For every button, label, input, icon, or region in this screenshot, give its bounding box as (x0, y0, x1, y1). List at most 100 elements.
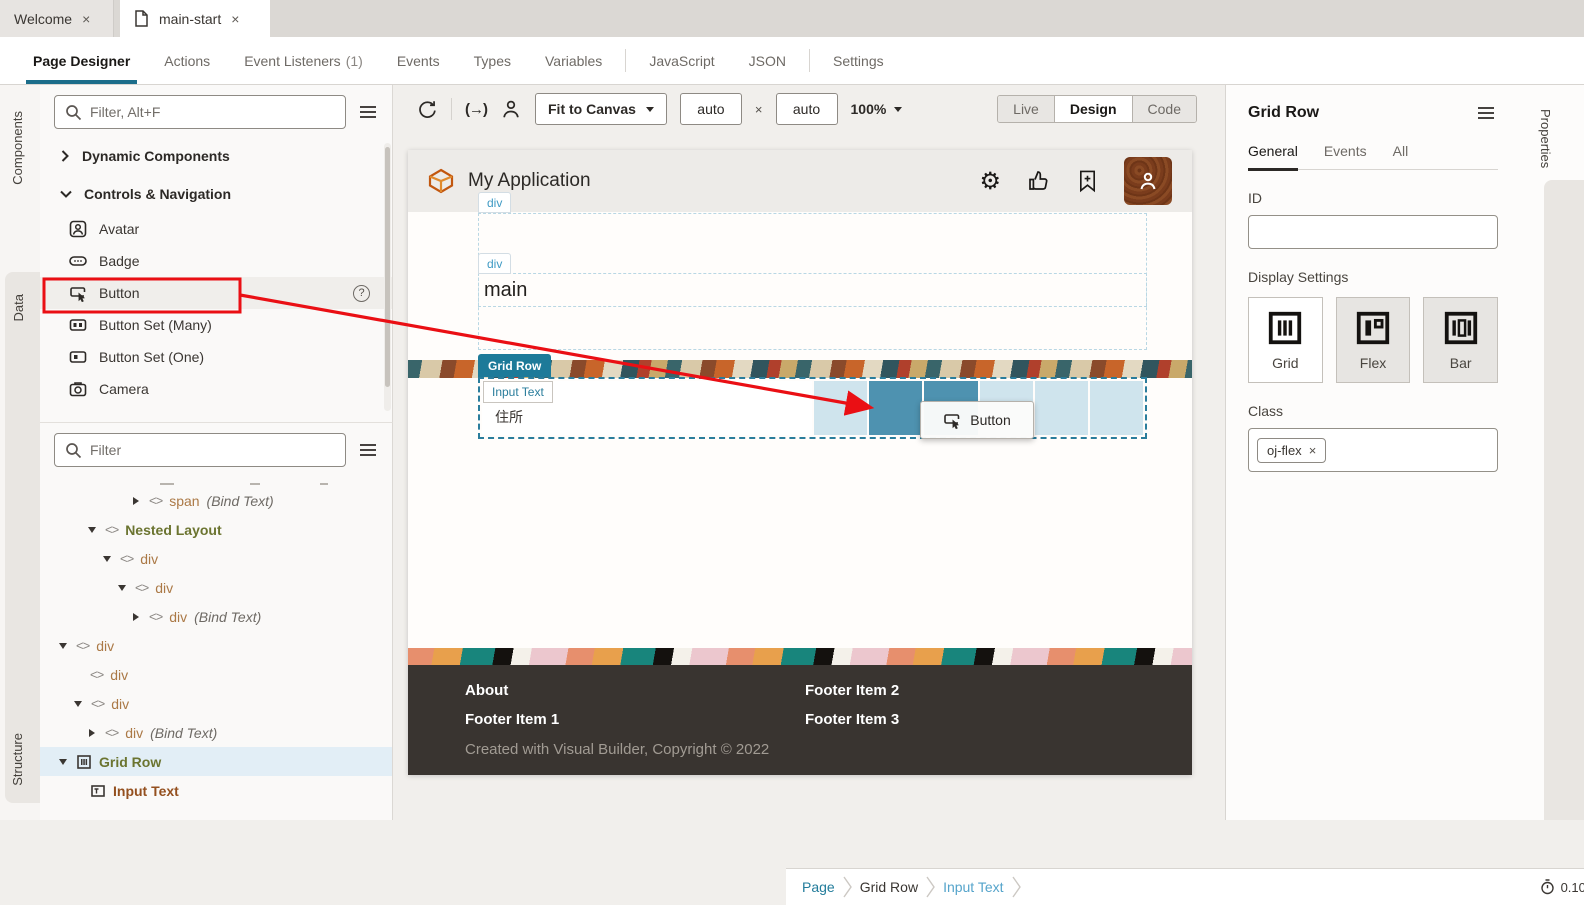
input-text-tag[interactable]: Input Text (483, 381, 553, 403)
help-icon[interactable]: ? (353, 285, 370, 302)
caret-down-icon[interactable] (101, 556, 113, 562)
component-button[interactable]: Button ? (40, 277, 392, 309)
tree-item-grid-row[interactable]: Grid Row (40, 747, 392, 776)
footer-link-item1[interactable]: Footer Item 1 (465, 711, 805, 728)
display-option-grid[interactable]: Grid (1248, 297, 1323, 383)
grid-cell[interactable] (1090, 381, 1143, 435)
grid-cell[interactable] (814, 381, 867, 435)
fit-to-canvas-select[interactable]: Fit to Canvas (535, 93, 667, 125)
caret-right-icon[interactable] (130, 613, 142, 621)
component-camera[interactable]: Camera (40, 373, 392, 405)
refresh-icon[interactable] (417, 99, 438, 120)
canvas-height-input[interactable] (776, 93, 838, 125)
persona-icon[interactable] (500, 98, 522, 120)
id-input[interactable] (1248, 215, 1498, 249)
tab-event-listeners[interactable]: Event Listeners(1) (227, 37, 380, 84)
gear-icon[interactable]: ⚙ (979, 169, 1001, 193)
zoom-select[interactable]: 100% (851, 101, 903, 117)
caret-right-icon[interactable] (130, 497, 142, 505)
tree-item-div[interactable]: <>div (40, 573, 392, 602)
tree-item-input-text[interactable]: Input Text (40, 776, 392, 805)
tab-types[interactable]: Types (457, 37, 528, 84)
breadcrumb-input-text[interactable]: Input Text (943, 879, 1003, 895)
scrollbar[interactable] (384, 143, 391, 411)
tab-all[interactable]: All (1393, 143, 1409, 169)
tree-item-nested-layout[interactable]: <>Nested Layout (40, 515, 392, 544)
scrollbar-thumb[interactable] (385, 147, 390, 387)
mode-design-button[interactable]: Design (1054, 96, 1132, 122)
menu-icon[interactable] (356, 100, 380, 124)
app-header[interactable]: My Application ⚙ (408, 150, 1192, 212)
tab-variables[interactable]: Variables (528, 37, 619, 84)
window-tab-bar: Welcome × main-start × (0, 0, 1584, 37)
remove-chip-icon[interactable]: × (1309, 443, 1317, 458)
structure-filter-input[interactable] (90, 442, 335, 458)
caret-right-icon[interactable] (86, 729, 98, 737)
tree-item-div[interactable]: <>div (40, 689, 392, 718)
rail-tab-properties[interactable]: Properties (1538, 109, 1553, 168)
tree-item-div-bind-text[interactable]: <>div(Bind Text) (40, 718, 392, 747)
tree-item-div[interactable]: <>div (40, 544, 392, 573)
grid-cell[interactable] (1035, 381, 1088, 435)
footer-link-item3[interactable]: Footer Item 3 (805, 711, 1192, 728)
tab-events[interactable]: Events (1324, 143, 1367, 169)
tab-main-start[interactable]: main-start × (120, 0, 270, 37)
mode-code-button[interactable]: Code (1132, 96, 1196, 122)
section-controls-navigation[interactable]: Controls & Navigation (40, 175, 392, 213)
section-dynamic-components[interactable]: Dynamic Components (40, 137, 392, 175)
breadcrumb-page[interactable]: Page (802, 879, 835, 895)
tab-general[interactable]: General (1248, 143, 1298, 169)
canvas-width-input[interactable] (680, 93, 742, 125)
component-button-set-many[interactable]: Button Set (Many) (40, 309, 392, 341)
component-avatar[interactable]: Avatar (40, 213, 392, 245)
breadcrumb-grid-row[interactable]: Grid Row (860, 879, 918, 895)
tab-welcome[interactable]: Welcome × (0, 0, 114, 37)
caret-down-icon[interactable] (116, 585, 128, 591)
display-option-flex[interactable]: Flex (1336, 297, 1411, 383)
user-avatar[interactable] (1124, 157, 1172, 205)
component-button-set-one[interactable]: Button Set (One) (40, 341, 392, 373)
design-canvas[interactable]: My Application ⚙ div div main Grid Row I… (408, 150, 1192, 775)
close-icon[interactable]: × (82, 11, 90, 27)
caret-down-icon[interactable] (57, 759, 69, 765)
structure-filter[interactable] (54, 433, 346, 467)
caret-down-icon[interactable] (72, 701, 84, 707)
main-text-block[interactable]: main (478, 273, 1147, 307)
components-filter-input[interactable] (90, 104, 335, 120)
tree-item-div-bind-text[interactable]: <>div(Bind Text) (40, 602, 392, 631)
menu-icon[interactable] (356, 438, 380, 462)
tab-javascript[interactable]: JavaScript (632, 37, 731, 84)
components-filter[interactable] (54, 95, 346, 129)
caret-down-icon[interactable] (57, 643, 69, 649)
input-text-component[interactable]: Input Text 住所 (482, 381, 812, 435)
bookmark-plus-icon[interactable] (1077, 169, 1098, 193)
rail-tab-data[interactable]: Data (11, 294, 26, 321)
tab-page-designer[interactable]: Page Designer (16, 37, 147, 84)
component-badge[interactable]: Badge (40, 245, 392, 277)
tab-actions[interactable]: Actions (147, 37, 227, 84)
div-tag[interactable]: div (478, 253, 511, 274)
tab-settings[interactable]: Settings (816, 37, 901, 84)
tree-item-span[interactable]: <>span(Bind Text) (40, 486, 392, 515)
tab-events[interactable]: Events (380, 37, 457, 84)
rail-tab-components[interactable]: Components (10, 111, 25, 185)
tree-item-div[interactable]: <>div (40, 631, 392, 660)
grid-cell-drop-target[interactable] (869, 381, 922, 435)
display-option-bar[interactable]: Bar (1423, 297, 1498, 383)
mode-live-button[interactable]: Live (998, 96, 1054, 122)
thumbs-up-icon[interactable] (1027, 169, 1051, 193)
footer-link-item2[interactable]: Footer Item 2 (805, 682, 1192, 699)
tab-json[interactable]: JSON (732, 37, 803, 84)
grid-row-selection[interactable]: Input Text 住所 Button (478, 377, 1147, 439)
div-tag[interactable]: div (478, 192, 511, 213)
person-icon (1136, 169, 1160, 193)
tree-item-div[interactable]: <>div (40, 660, 392, 689)
footer-link-about[interactable]: About (465, 682, 805, 699)
grid-row-tag[interactable]: Grid Row (478, 354, 551, 377)
menu-icon[interactable] (1474, 101, 1498, 125)
class-input[interactable]: oj-flex × (1248, 428, 1498, 472)
forward-action-icon[interactable]: (→) (465, 101, 487, 118)
close-icon[interactable]: × (231, 11, 239, 27)
rail-tab-structure[interactable]: Structure (10, 733, 25, 786)
caret-down-icon[interactable] (86, 527, 98, 533)
